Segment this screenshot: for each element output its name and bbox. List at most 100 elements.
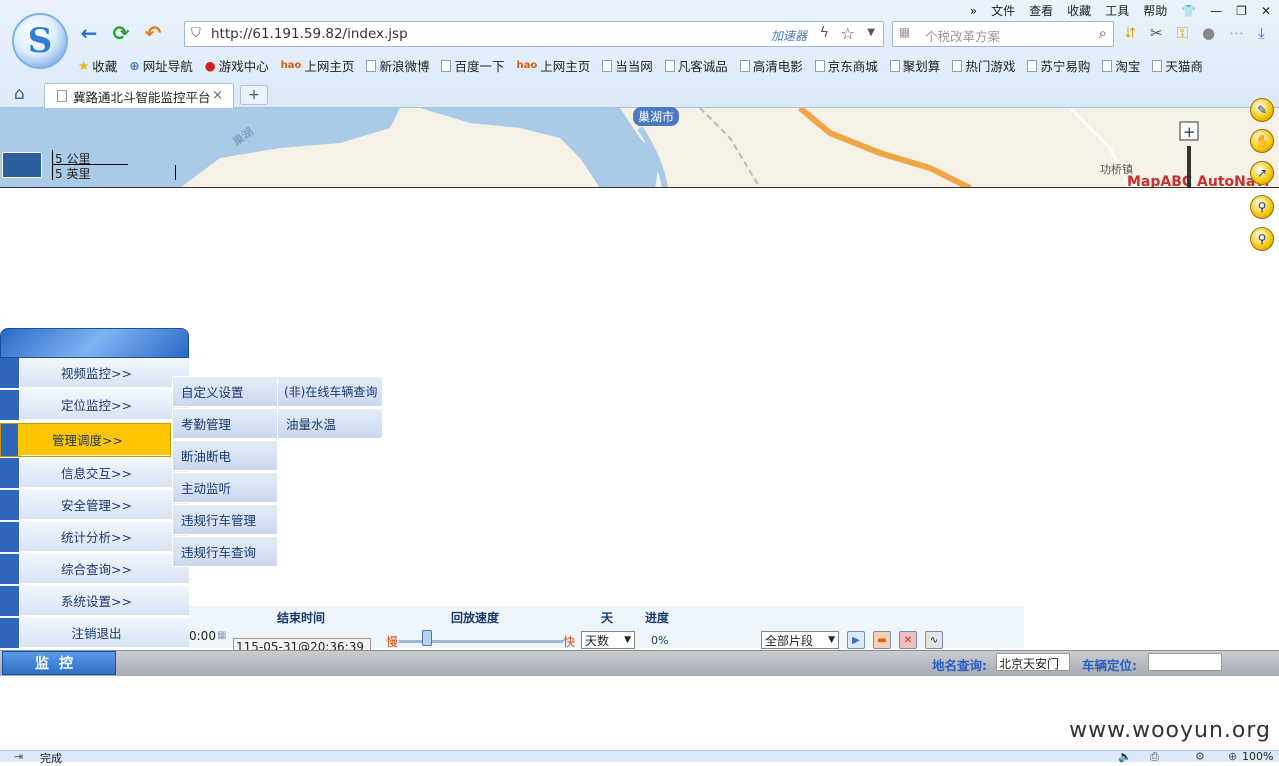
sogou-logo[interactable]: S	[12, 13, 68, 69]
zoom-out-icon[interactable]: ⚲	[1250, 227, 1274, 251]
submenu-attendance[interactable]: 考勤管理	[172, 408, 278, 439]
day-header: 天	[601, 611, 614, 625]
menu-help[interactable]: 帮助	[1143, 2, 1167, 19]
start-time-input[interactable]: 0:00	[189, 629, 216, 643]
menu-view[interactable]: 查看	[1029, 2, 1053, 19]
stop-button[interactable]: ✕	[899, 631, 917, 649]
bookmark-item[interactable]: 当当网	[602, 56, 653, 75]
play-button[interactable]: ▶	[847, 631, 865, 649]
tool-top-icon[interactable]: ✎	[1250, 98, 1274, 122]
accelerator-label[interactable]: 加速器	[771, 27, 807, 44]
home-icon[interactable]: ⌂	[14, 84, 25, 104]
menu-tools[interactable]: 工具	[1105, 2, 1129, 19]
pause-button[interactable]: ▬	[873, 631, 891, 649]
progress-header: 进度	[645, 611, 670, 625]
chat-icon[interactable]: ●	[1202, 24, 1215, 42]
bookmark-item[interactable]: ★ 收藏	[78, 56, 117, 75]
menu-video-monitor[interactable]: 视频监控>>	[0, 358, 189, 388]
speed-slider-handle[interactable]	[422, 630, 432, 646]
submenu-active-listen[interactable]: 主动监听	[172, 472, 278, 503]
more-icon[interactable]: »	[970, 4, 977, 18]
segment-select[interactable]: 全部片段 ▼	[761, 631, 839, 649]
tab-title: 冀路通北斗智能监控平台	[73, 89, 211, 105]
address-url[interactable]: http://61.191.59.82/index.jsp	[211, 26, 408, 42]
skin-icon[interactable]: 👕	[1181, 4, 1196, 18]
tool-icon[interactable]: ⚙	[1195, 750, 1205, 763]
menu-bar	[0, 358, 20, 388]
bookmark-item[interactable]: 天猫商	[1152, 56, 1203, 75]
zoom-level[interactable]: 100%	[1242, 750, 1273, 763]
search-icon[interactable]: ⌕	[1099, 24, 1107, 42]
menu-bar	[1, 424, 21, 456]
menu-query[interactable]: 综合查询>>	[0, 554, 189, 584]
speed-header: 回放速度	[451, 611, 500, 625]
close-tab-icon[interactable]: ×	[212, 88, 223, 103]
map-scale: 5 公里 5 英里	[52, 150, 178, 181]
vehicle-locate-input[interactable]	[1148, 653, 1222, 671]
restore-icon[interactable]: ❐	[1236, 4, 1247, 18]
calendar-icon[interactable]: ▦	[217, 630, 226, 641]
speaker-icon[interactable]: 🔈	[1118, 750, 1132, 763]
cut-icon[interactable]: ✂	[1150, 24, 1163, 42]
menu-info-exchange[interactable]: 信息交互>>	[0, 458, 189, 488]
key-icon[interactable]: ⚿	[1177, 24, 1188, 42]
bookmark-item[interactable]: 高清电影	[739, 56, 803, 75]
address-bar[interactable]: ⛉ http://61.191.59.82/index.jsp 加速器 ϟ ☆ …	[184, 21, 884, 47]
track-button[interactable]: ∿	[925, 631, 943, 649]
zoom-icon[interactable]: ⊕	[1228, 750, 1237, 763]
bookmark-item[interactable]: 热门游戏	[952, 56, 1015, 75]
bookmark-item[interactable]: hao 上网主页	[281, 56, 355, 75]
download-icon[interactable]: ⤓	[1258, 24, 1265, 42]
menu-bar	[0, 458, 20, 488]
magnify-icon[interactable]: ⚲	[1250, 195, 1274, 219]
submenu-violation-query[interactable]: 违规行车查询	[172, 536, 278, 567]
menu-file[interactable]: 文件	[991, 2, 1015, 19]
back-icon[interactable]: ←	[78, 21, 100, 45]
measure-icon[interactable]: ↗	[1250, 161, 1274, 185]
map-overview-icon[interactable]	[2, 152, 42, 178]
undo-icon[interactable]: ↶	[142, 21, 164, 45]
menu-favorites[interactable]: 收藏	[1067, 2, 1091, 19]
refresh-icon[interactable]: ⟳	[110, 21, 132, 45]
bookmark-item[interactable]: hao 上网主页	[516, 56, 590, 75]
bookmark-item[interactable]: 苏宁易购	[1027, 56, 1090, 75]
bookmark-item[interactable]: 新浪微博	[366, 56, 429, 75]
monitor-button[interactable]: 监控	[2, 651, 116, 675]
menu-bar	[0, 586, 20, 616]
menu-logout[interactable]: 注销退出	[0, 618, 189, 648]
bookmark-item[interactable]: 百度一下	[441, 56, 504, 75]
hand-pan-icon[interactable]: ✋	[1250, 129, 1274, 153]
menu-statistics[interactable]: 统计分析>>	[0, 522, 189, 552]
bookmark-item[interactable]: 淘宝	[1102, 56, 1140, 75]
menu-dispatch[interactable]: 管理调度>>	[0, 423, 171, 457]
chevron-down-icon[interactable]: ▼	[867, 27, 875, 38]
search-box[interactable]: ▦ 个税改革方案 ⌕	[892, 21, 1114, 47]
minimize-icon[interactable]: —	[1210, 4, 1222, 18]
bookmark-item[interactable]: 凡客诚品	[664, 56, 728, 75]
bookmark-item[interactable]: 聚划算	[889, 56, 940, 75]
browser-tab[interactable]: 冀路通北斗智能监控平台 ×	[44, 83, 234, 108]
close-window-icon[interactable]: ✕	[1261, 4, 1271, 18]
zoom-slider[interactable]	[1187, 146, 1191, 188]
lightning-icon[interactable]: ϟ	[820, 25, 829, 41]
menu-location-monitor[interactable]: 定位监控>>	[0, 390, 189, 420]
new-tab-button[interactable]: +	[240, 85, 268, 105]
bookmark-item[interactable]: ⊕ 网址导航	[129, 56, 193, 75]
day-select[interactable]: 天数 ▼	[581, 631, 635, 649]
submenu-violation-manage[interactable]: 违规行车管理	[172, 504, 278, 535]
submenu-online-vehicle-query[interactable]: (非)在线车辆查询	[277, 376, 383, 407]
submenu-fuel-water-temp[interactable]: 油量水温	[277, 408, 383, 439]
menu-security[interactable]: 安全管理>>	[0, 490, 189, 520]
bookmark-item[interactable]: ● 游戏中心	[205, 56, 269, 75]
bookmark-item[interactable]: 京东商城	[814, 56, 878, 75]
login-icon[interactable]: ⮃	[1124, 24, 1136, 42]
browser-menubar: » 文件 查看 收藏 工具 帮助 👕 — ❐ ✕	[970, 2, 1271, 19]
submenu-cut-fuel-power[interactable]: 断油断电	[172, 440, 278, 471]
more-dots-icon[interactable]: ⋯	[1229, 24, 1244, 42]
search-engine-icon[interactable]: ▦	[899, 25, 910, 39]
place-query-input[interactable]: 北京天安门	[996, 653, 1070, 671]
submenu-custom-settings[interactable]: 自定义设置	[172, 376, 278, 407]
star-icon[interactable]: ☆	[841, 24, 855, 43]
lake-area	[420, 108, 660, 187]
menu-settings[interactable]: 系统设置>>	[0, 586, 189, 616]
